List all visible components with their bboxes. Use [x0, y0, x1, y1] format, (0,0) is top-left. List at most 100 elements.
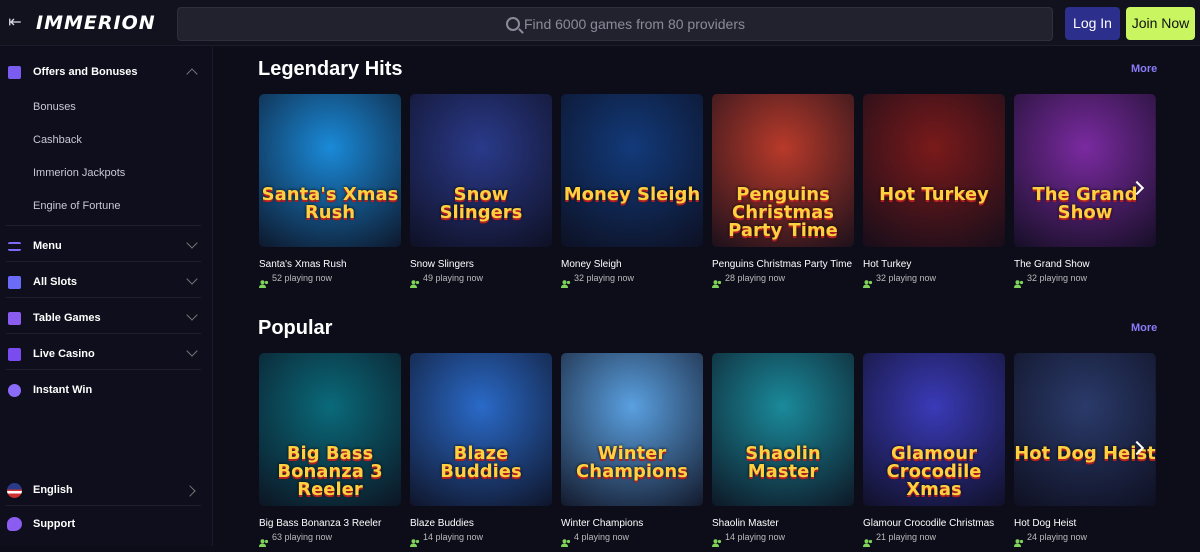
players-count: 32 playing now	[876, 273, 937, 283]
game-thumbnail	[410, 353, 552, 506]
grid-icon	[8, 276, 21, 289]
divider	[6, 505, 201, 506]
next-arrow-icon[interactable]	[1130, 438, 1146, 458]
login-button[interactable]: Log In	[1065, 7, 1120, 40]
players-count: 14 playing now	[423, 532, 484, 542]
search-input[interactable]	[524, 14, 924, 34]
game-tile[interactable]: Glamour Crocodile Xmas	[863, 353, 1005, 506]
game-tile[interactable]: Hot Dog Heist	[1014, 353, 1156, 506]
chevron-down-icon	[186, 273, 198, 285]
game-tile[interactable]: Snow Slingers	[410, 94, 552, 247]
game-logo-text: Winter Champions	[576, 443, 688, 482]
section-title-legendary-hits: Legendary Hits	[258, 58, 403, 80]
game-logo-text: Santa's Xmas Rush	[261, 184, 399, 223]
players-count: 24 playing now	[1027, 532, 1088, 542]
game-logo-text: Big Bass Bonanza 3 Reeler	[277, 443, 383, 500]
chevron-down-icon	[186, 237, 198, 249]
sidebar-item-label: Offers and Bonuses	[33, 66, 138, 78]
sidebar-item-instant-win[interactable]: Instant Win	[0, 378, 213, 404]
game-thumbnail	[712, 353, 854, 506]
players-count: 63 playing now	[272, 532, 333, 542]
sidebar-subitem-engine-of-fortune[interactable]: Engine of Fortune	[33, 200, 120, 212]
game-tile[interactable]: Winter Champions	[561, 353, 703, 506]
divider	[6, 333, 201, 334]
menu-icon	[8, 242, 21, 251]
game-title[interactable]: Santa's Xmas Rush	[259, 259, 347, 270]
sidebar-item-label: Menu	[33, 240, 62, 252]
players-count: 21 playing now	[876, 532, 937, 542]
sidebar-item-label: Instant Win	[33, 384, 93, 396]
sidebar-item-all-slots[interactable]: All Slots	[0, 270, 213, 296]
us-flag-icon	[7, 483, 22, 498]
game-tile[interactable]: Santa's Xmas Rush	[259, 94, 401, 247]
game-logo-text: Money Sleigh	[563, 184, 701, 205]
game-title[interactable]: Shaolin Master	[712, 518, 779, 529]
game-logo-text: Shaolin Master	[745, 443, 821, 482]
game-thumbnail	[863, 94, 1005, 247]
top-bar: ⇤ IMMERION Log In Join Now	[0, 0, 1200, 46]
game-logo-text: Snow Slingers	[439, 184, 523, 223]
game-tile[interactable]: Shaolin Master	[712, 353, 854, 506]
dice-icon	[8, 312, 21, 325]
game-tile[interactable]: The Grand Show	[1014, 94, 1156, 247]
more-link[interactable]: More	[1131, 63, 1157, 75]
sidebar-item-live-casino[interactable]: Live Casino	[0, 342, 213, 368]
game-thumbnail	[1014, 94, 1156, 247]
game-title[interactable]: Blaze Buddies	[410, 518, 474, 529]
game-title[interactable]: Big Bass Bonanza 3 Reeler	[259, 518, 381, 529]
game-title[interactable]: Penguins Christmas Party Time	[712, 259, 852, 270]
game-logo-text: Blaze Buddies	[440, 443, 522, 482]
game-tile[interactable]: Money Sleigh	[561, 94, 703, 247]
game-title[interactable]: Glamour Crocodile Christmas	[863, 518, 994, 529]
game-logo-text: Hot Turkey	[879, 184, 989, 205]
game-title[interactable]: Money Sleigh	[561, 259, 622, 270]
sidebar-subitem-jackpots[interactable]: Immerion Jackpots	[33, 167, 125, 179]
players-icon	[561, 275, 571, 288]
players-icon	[561, 534, 571, 547]
next-arrow-icon[interactable]	[1130, 178, 1146, 198]
brand-logo[interactable]: IMMERION	[36, 12, 156, 34]
game-title[interactable]: Snow Slingers	[410, 259, 474, 270]
game-tile[interactable]: Blaze Buddies	[410, 353, 552, 506]
game-tile[interactable]: Big Bass Bonanza 3 Reeler	[259, 353, 401, 506]
collapse-sidebar-icon[interactable]: ⇤	[6, 14, 24, 32]
chevron-right-icon	[184, 485, 196, 497]
burst-icon	[8, 384, 21, 397]
sidebar-item-language[interactable]: English	[0, 478, 213, 504]
game-tile[interactable]: Hot Turkey	[863, 94, 1005, 247]
players-icon	[712, 534, 722, 547]
chat-icon	[7, 517, 22, 531]
game-thumbnail	[561, 94, 703, 247]
players-icon	[410, 534, 420, 547]
search-bar[interactable]	[177, 7, 1053, 41]
divider	[6, 369, 201, 370]
game-title[interactable]: Winter Champions	[561, 518, 643, 529]
game-title[interactable]: Hot Turkey	[863, 259, 911, 270]
game-tile[interactable]: Penguins Christmas Party Time	[712, 94, 854, 247]
players-icon	[1014, 534, 1024, 547]
players-icon	[712, 275, 722, 288]
game-thumbnail	[561, 353, 703, 506]
gift-icon	[8, 66, 21, 79]
sidebar-item-label: Live Casino	[33, 348, 95, 360]
game-thumbnail	[1014, 353, 1156, 506]
divider	[6, 225, 201, 226]
sidebar-item-offers[interactable]: Offers and Bonuses	[0, 60, 213, 86]
chevron-down-icon	[186, 345, 198, 357]
sidebar-item-table-games[interactable]: Table Games	[0, 306, 213, 332]
players-count: 14 playing now	[725, 532, 786, 542]
players-count: 32 playing now	[574, 273, 635, 283]
more-link[interactable]: More	[1131, 322, 1157, 334]
sidebar-subitem-cashback[interactable]: Cashback	[33, 134, 82, 146]
game-title[interactable]: The Grand Show	[1014, 259, 1090, 270]
row-fade	[1155, 93, 1200, 283]
join-now-button[interactable]: Join Now	[1126, 7, 1195, 40]
row-fade	[1155, 353, 1200, 543]
sidebar-item-menu[interactable]: Menu	[0, 234, 213, 260]
game-logo-text: Penguins Christmas Party Time	[728, 184, 838, 241]
sidebar-item-support[interactable]: Support	[0, 512, 213, 538]
players-count: 49 playing now	[423, 273, 484, 283]
game-title[interactable]: Hot Dog Heist	[1014, 518, 1076, 529]
sidebar-subitem-bonuses[interactable]: Bonuses	[33, 101, 76, 113]
chevron-up-icon	[186, 68, 198, 80]
